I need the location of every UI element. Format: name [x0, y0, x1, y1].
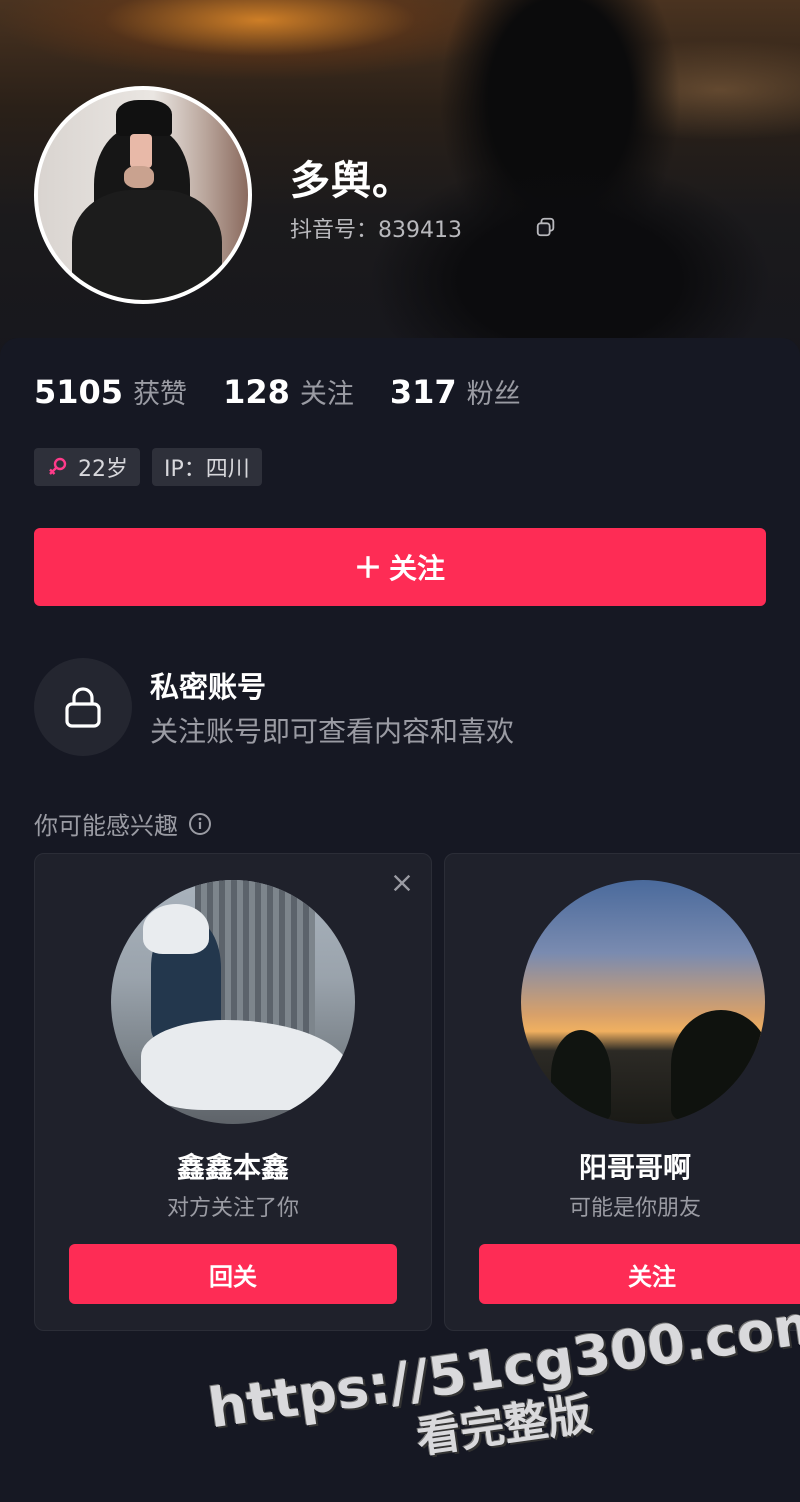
follow-button[interactable]: 关注	[34, 528, 766, 606]
lock-icon	[65, 687, 101, 728]
private-lock-badge	[34, 658, 132, 756]
age-tag: 22岁	[34, 448, 140, 486]
recommend-card[interactable]: 鑫鑫本鑫 对方关注了你 回关	[34, 853, 432, 1331]
profile-tags: 22岁 IP：四川	[34, 448, 274, 486]
plus-icon	[357, 556, 379, 578]
stat-likes[interactable]: 5105 获赞	[34, 372, 187, 411]
info-icon[interactable]	[188, 812, 212, 836]
stat-value: 317	[389, 373, 457, 411]
recommend-reason: 对方关注了你	[166, 1196, 299, 1221]
ip-tag: IP：四川	[152, 448, 262, 486]
stat-value: 5105	[34, 373, 124, 411]
stat-label: 获赞	[133, 379, 188, 410]
stat-value: 128	[223, 373, 290, 411]
private-account-desc: 关注账号即可查看内容和喜欢	[150, 715, 515, 748]
profile-name: 多舆。	[290, 158, 413, 204]
recommend-name: 阳哥哥啊	[578, 1151, 691, 1184]
recommend-name: 鑫鑫本鑫	[176, 1151, 289, 1184]
recommend-card[interactable]: 阳哥哥啊 可能是你朋友 关注	[444, 853, 800, 1331]
stat-followers[interactable]: 317 粉丝	[390, 372, 521, 411]
close-icon[interactable]	[391, 872, 413, 894]
avatar-image	[38, 90, 248, 300]
recommend-title: 你可能感兴趣	[34, 806, 212, 841]
stat-label: 粉丝	[466, 379, 521, 410]
stat-label: 关注	[299, 379, 354, 410]
private-account-title: 私密账号	[150, 670, 267, 704]
banner-silhouette-shoulders	[360, 150, 780, 360]
profile-stats: 5105 获赞 128 关注 317 粉丝	[34, 372, 557, 411]
follow-button-label: 关注	[388, 552, 445, 585]
recommend-avatar[interactable]	[111, 880, 355, 1124]
follow-back-button[interactable]: 回关	[69, 1244, 397, 1304]
stat-following[interactable]: 128 关注	[223, 372, 354, 411]
age-text: 22岁	[78, 457, 128, 482]
female-icon	[49, 457, 67, 475]
recommend-title-text: 你可能感兴趣	[34, 812, 178, 840]
follow-button-small[interactable]: 关注	[479, 1244, 800, 1304]
recommend-reason: 可能是你朋友	[568, 1196, 701, 1221]
recommend-avatar[interactable]	[521, 880, 765, 1124]
douyin-id: 抖音号：839413	[290, 218, 462, 243]
profile-avatar[interactable]	[34, 86, 252, 304]
copy-icon[interactable]	[535, 216, 557, 238]
ip-text: IP：四川	[164, 457, 250, 482]
